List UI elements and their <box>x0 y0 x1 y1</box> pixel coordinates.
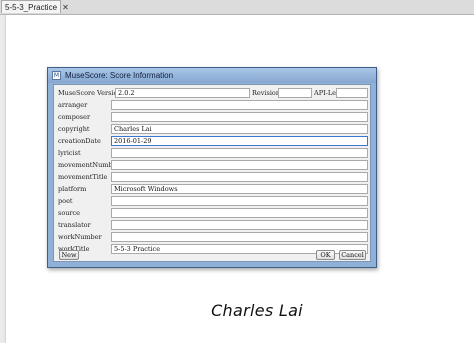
tab-label: 5-5-3_Practice <box>5 3 58 12</box>
version-label: MuseScore Version: <box>58 89 124 97</box>
field-label: source <box>58 209 81 217</box>
field-label: platform <box>58 185 87 193</box>
field-label: arranger <box>58 101 88 109</box>
lyricist-field[interactable] <box>111 148 368 158</box>
composer-text: Charles Lai <box>211 301 303 320</box>
field-label: workNumber <box>58 233 102 241</box>
movement-number-field[interactable] <box>111 160 368 170</box>
composer-field[interactable] <box>111 112 368 122</box>
field-label: translator <box>58 221 91 229</box>
dialog-titlebar[interactable]: M MuseScore: Score Information <box>48 68 376 83</box>
api-level-field[interactable] <box>336 88 368 98</box>
platform-field[interactable]: Microsoft Windows <box>111 184 368 194</box>
work-number-field[interactable] <box>111 232 368 242</box>
translator-field[interactable] <box>111 220 368 230</box>
metadata-row: copyright Charles Lai <box>58 124 368 134</box>
field-label: copyright <box>58 125 90 133</box>
metadata-row: movementNumber <box>58 160 368 170</box>
version-row: MuseScore Version: 2.0.2 Revision: 0 API… <box>58 88 368 98</box>
revision-field[interactable] <box>278 88 312 98</box>
dialog-title: MuseScore: Score Information <box>65 71 174 80</box>
dialog-client-area: MuseScore Version: 2.0.2 Revision: 0 API… <box>53 84 371 262</box>
metadata-row: source <box>58 208 368 218</box>
arranger-field[interactable] <box>111 100 368 110</box>
score-information-dialog: M MuseScore: Score Information MuseScore… <box>47 67 377 268</box>
metadata-row: translator <box>58 220 368 230</box>
field-label: lyricist <box>58 149 81 157</box>
metadata-row: poet <box>58 196 368 206</box>
field-label: poet <box>58 197 73 205</box>
metadata-row: movementTitle <box>58 172 368 182</box>
tab-bar: 5-5-3_Practice ✕ <box>0 0 474 15</box>
metadata-row: creationDate 2016-01-29 <box>58 136 368 146</box>
creation-date-field[interactable]: 2016-01-29 <box>111 136 368 146</box>
close-icon[interactable]: ✕ <box>61 1 70 14</box>
movement-title-field[interactable] <box>111 172 368 182</box>
poet-field[interactable] <box>111 196 368 206</box>
metadata-row: composer <box>58 112 368 122</box>
field-label: composer <box>58 113 91 121</box>
field-label: creationDate <box>58 137 101 145</box>
metadata-row: platform Microsoft Windows <box>58 184 368 194</box>
tab-score[interactable]: 5-5-3_Practice ✕ <box>1 0 69 13</box>
cancel-button[interactable]: Cancel <box>339 250 366 260</box>
metadata-row: lyricist <box>58 148 368 158</box>
musescore-app-icon: M <box>52 71 61 80</box>
metadata-row: workNumber <box>58 232 368 242</box>
copyright-field[interactable]: Charles Lai <box>111 124 368 134</box>
version-field[interactable]: 2.0.2 <box>115 88 250 98</box>
ok-button[interactable]: OK <box>316 250 335 260</box>
new-button[interactable]: New <box>59 250 79 260</box>
field-label: movementTitle <box>58 173 108 181</box>
metadata-row: arranger <box>58 100 368 110</box>
source-field[interactable] <box>111 208 368 218</box>
